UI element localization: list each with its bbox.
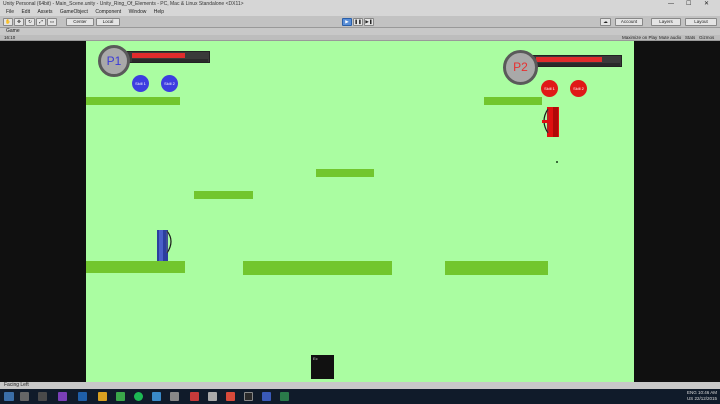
p1-skill-1: Skill 1 bbox=[132, 75, 149, 92]
p1-mana-bar bbox=[132, 59, 208, 62]
game-view[interactable]: P1 Skill 1 Skill 2 P2 Skill 1 Skill 2 Ec bbox=[86, 41, 634, 382]
app-icon-2[interactable] bbox=[170, 392, 179, 401]
menu-window[interactable]: Window bbox=[129, 9, 147, 15]
pause-icon: ❚❚ bbox=[354, 19, 362, 24]
tray-date[interactable]: 22/12/2015 bbox=[694, 396, 717, 401]
platform-bottom-left bbox=[86, 261, 185, 273]
spawn-box-label: Ec bbox=[313, 356, 318, 361]
menu-file[interactable]: File bbox=[6, 9, 14, 15]
p1-skill-2: Skill 2 bbox=[161, 75, 178, 92]
toolbar: ✋ ✥ ↻ ⤢ ▭ Center Local ▶ ❚❚ ▶❚ ☁ Account… bbox=[0, 16, 720, 28]
p1-label: P1 bbox=[106, 54, 122, 68]
window-titlebar: Unity Personal (64bit) - Main_Scene.unit… bbox=[0, 0, 720, 9]
menu-help[interactable]: Help bbox=[154, 9, 164, 15]
status-text: Facing Left bbox=[4, 382, 29, 388]
start-icon[interactable] bbox=[4, 392, 14, 401]
p1-character bbox=[156, 229, 172, 261]
tray-language[interactable]: ENG bbox=[687, 390, 697, 395]
chrome-icon[interactable] bbox=[116, 392, 125, 401]
p2-skill-1: Skill 1 bbox=[541, 80, 558, 97]
platform-mid-center bbox=[316, 169, 374, 177]
window-title: Unity Personal (64bit) - Main_Scene.unit… bbox=[3, 1, 244, 7]
system-tray: ENG 10:46 AM US 22/12/2015 bbox=[687, 390, 717, 402]
tray-region[interactable]: US bbox=[687, 396, 693, 401]
p2-health-bar bbox=[536, 57, 602, 62]
edge-icon[interactable] bbox=[78, 392, 87, 401]
layout-dropdown[interactable]: Layout bbox=[685, 18, 717, 26]
app-icon-3[interactable] bbox=[190, 392, 199, 401]
platform-bottom-center bbox=[243, 261, 392, 275]
unity-icon[interactable] bbox=[244, 392, 253, 401]
p1-portrait: P1 bbox=[98, 45, 130, 77]
cloud-button[interactable]: ☁ bbox=[600, 18, 611, 26]
maximize-button[interactable]: ☐ bbox=[686, 0, 691, 9]
file-explorer-icon[interactable] bbox=[98, 392, 107, 401]
app-icon-1[interactable] bbox=[152, 392, 161, 401]
platform-mid-left bbox=[194, 191, 253, 199]
p2-portrait: P2 bbox=[503, 50, 538, 85]
menu-bar: File Edit Assets GameObject Component Wi… bbox=[0, 9, 720, 16]
app-icon-6[interactable] bbox=[262, 392, 271, 401]
app-icon-7[interactable] bbox=[280, 392, 289, 401]
account-dropdown[interactable]: Account bbox=[615, 18, 643, 26]
play-button[interactable]: ▶ bbox=[342, 18, 352, 26]
app-icon-4[interactable] bbox=[208, 392, 217, 401]
menu-gameobject[interactable]: GameObject bbox=[60, 9, 88, 15]
windows-taskbar: ENG 10:46 AM US 22/12/2015 bbox=[0, 389, 720, 404]
cloud-icon: ☁ bbox=[603, 19, 608, 24]
aspect-dropdown[interactable]: 16:10 bbox=[4, 35, 15, 40]
spawn-box: Ec bbox=[311, 355, 334, 379]
p2-mana-bar bbox=[536, 63, 620, 66]
play-icon: ▶ bbox=[345, 19, 349, 24]
status-bar: Facing Left bbox=[0, 382, 720, 389]
platform-top-left bbox=[86, 97, 180, 105]
menu-edit[interactable]: Edit bbox=[21, 9, 30, 15]
menu-assets[interactable]: Assets bbox=[37, 9, 52, 15]
move-tool-button[interactable]: ✥ bbox=[14, 18, 24, 26]
search-icon[interactable] bbox=[20, 392, 29, 401]
tray-clock[interactable]: 10:46 AM bbox=[698, 390, 717, 395]
p2-character bbox=[540, 105, 560, 139]
platform-bottom-right bbox=[445, 261, 548, 275]
scale-tool-button[interactable]: ⤢ bbox=[36, 18, 46, 26]
menu-component[interactable]: Component bbox=[95, 9, 121, 15]
platform-top-right bbox=[484, 97, 542, 105]
app-icon-5[interactable] bbox=[226, 392, 235, 401]
rotate-tool-button[interactable]: ↻ bbox=[25, 18, 35, 26]
projectile bbox=[556, 161, 558, 163]
step-icon: ▶❚ bbox=[365, 19, 373, 24]
tab-game[interactable]: Game bbox=[6, 28, 20, 34]
minimize-button[interactable]: — bbox=[668, 0, 674, 9]
hand-tool-button[interactable]: ✋ bbox=[3, 18, 13, 26]
spotify-icon[interactable] bbox=[134, 392, 143, 401]
rect-tool-button[interactable]: ▭ bbox=[47, 18, 57, 26]
task-view-icon[interactable] bbox=[38, 392, 47, 401]
visual-studio-icon[interactable] bbox=[58, 392, 67, 401]
game-tab-bar: Game bbox=[0, 28, 720, 35]
p2-label: P2 bbox=[513, 60, 528, 74]
p1-health-bar bbox=[132, 53, 185, 58]
pivot-center-button[interactable]: Center bbox=[66, 18, 94, 26]
layers-dropdown[interactable]: Layers bbox=[651, 18, 681, 26]
pivot-local-button[interactable]: Local bbox=[96, 18, 120, 26]
pause-button[interactable]: ❚❚ bbox=[353, 18, 363, 26]
p2-skill-2: Skill 2 bbox=[570, 80, 587, 97]
close-button[interactable]: ✕ bbox=[704, 0, 709, 9]
step-button[interactable]: ▶❚ bbox=[364, 18, 374, 26]
